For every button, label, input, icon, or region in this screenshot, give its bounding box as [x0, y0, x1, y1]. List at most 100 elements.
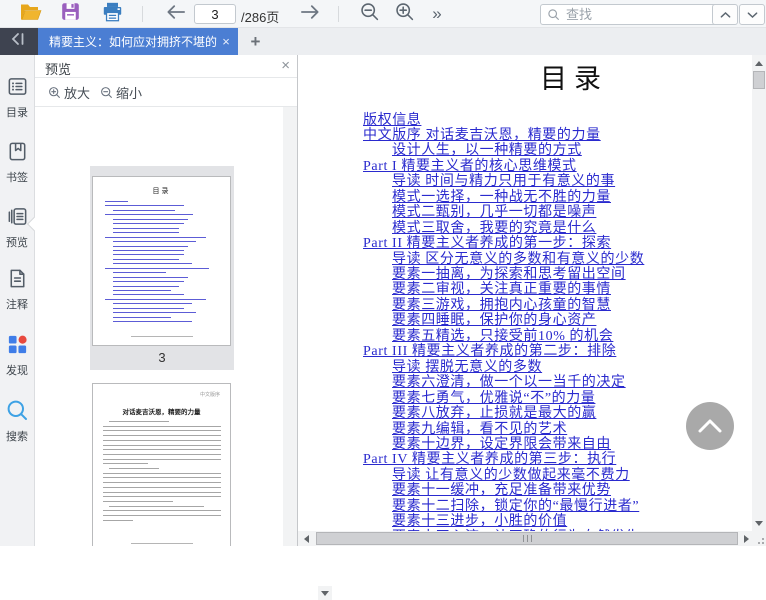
page-total-label: /286页: [241, 10, 280, 25]
next-page-button[interactable]: [296, 2, 324, 26]
mini-toc-line: [113, 263, 193, 265]
thumbnail-zoom-in-button[interactable]: 放大: [48, 83, 90, 102]
zoom-in-button[interactable]: [390, 2, 418, 26]
main-horizontal-scrollbar-thumb[interactable]: [316, 532, 738, 545]
save-button[interactable]: [56, 2, 84, 26]
tab-close-icon[interactable]: ×: [217, 34, 235, 49]
thumbnail-item-4[interactable]: 中文版序对话麦吉沃恩，精要的力量4: [90, 373, 234, 546]
toc-link[interactable]: 版权信息: [363, 113, 421, 128]
toc-entry: 要素九编辑，看不见的艺术: [392, 422, 567, 437]
toc-link[interactable]: 中文版序 对话麦吉沃恩，精要的力量: [363, 128, 601, 143]
sidebar-item-search[interactable]: 搜索: [0, 398, 34, 446]
sidebar-item-label: 发现: [6, 365, 28, 377]
mini-toc-line: [113, 281, 184, 283]
mini-text-line: [103, 444, 221, 446]
preview-scroll-down-button[interactable]: [318, 586, 332, 600]
toc-link[interactable]: 要素十二扫除，锁定你的“最慢行进者”: [392, 499, 639, 514]
print-button[interactable]: [97, 2, 127, 26]
mini-toc-line: [105, 298, 206, 300]
toc-link[interactable]: 要素一抽离，为探索和思考留出空间: [392, 267, 626, 282]
new-tab-button[interactable]: +: [245, 31, 266, 52]
printer-icon: [101, 1, 124, 28]
back-to-top-button[interactable]: [686, 402, 734, 450]
sidebar-item-discover[interactable]: 发现: [0, 333, 34, 381]
toolbar: /286页 »: [0, 0, 766, 28]
sidebar-item-preview[interactable]: 预览: [0, 205, 34, 253]
toc-link[interactable]: 导读 让有意义的少数做起来毫不费力: [392, 468, 630, 483]
page-thumbnail-3[interactable]: 目录: [92, 176, 231, 346]
toc-link[interactable]: 要素六澄清，做一个以一当千的决定: [392, 375, 626, 390]
toc-link[interactable]: 导读 摆脱无意义的多数: [392, 360, 542, 375]
toc-link[interactable]: 设计人生，以一种精要的方式: [392, 143, 582, 158]
mini-toc-line: [113, 316, 171, 318]
toc-link[interactable]: 要素八放弃，止损就是最大的赢: [392, 406, 596, 421]
zoom-out-icon: [359, 1, 380, 27]
toc-link[interactable]: 模式二甄别，几乎一切都是噪声: [392, 205, 596, 220]
arrow-left-icon: [165, 3, 187, 26]
toc-link[interactable]: 要素三游戏，拥抱内心孩童的智慧: [392, 298, 611, 313]
preview-scrollbar[interactable]: [283, 107, 297, 546]
toc-link[interactable]: 要素七勇气，优雅说“不”的力量: [392, 391, 595, 406]
mini-text-line: [109, 421, 169, 422]
mini-text-line: [103, 435, 221, 437]
mini-toc-line: [113, 272, 167, 274]
open-file-button[interactable]: [16, 2, 46, 26]
toc-link[interactable]: 模式三取舍，我要的究竟是什么: [392, 221, 596, 236]
toc-link[interactable]: 要素五精选，只接受前10% 的机会: [392, 329, 613, 344]
mini-page-title: 对话麦吉沃恩，精要的力量: [122, 409, 201, 416]
mini-text-line: [103, 500, 173, 502]
toc-link[interactable]: 要素十边界，设定界限会带来自由: [392, 437, 611, 452]
mini-text-line: [103, 472, 221, 474]
sidebar-item-label: 书签: [6, 172, 28, 184]
page-number-input[interactable]: [194, 4, 236, 24]
toc-link[interactable]: 要素十一缓冲，充足准备带来优势: [392, 483, 611, 498]
toc-link[interactable]: Part IV 精要主义者养成的第三步：执行: [363, 452, 616, 467]
tab-document[interactable]: 精要主义：如何应对拥挤不堪的工 ×: [38, 28, 238, 55]
toc-link[interactable]: 导读 区分无意义的多数和有意义的少数: [392, 252, 644, 267]
mini-toc-line: [113, 249, 184, 251]
toc-entry: 要素六澄清，做一个以一当千的决定: [392, 375, 626, 390]
main-scroll-up-button[interactable]: [752, 56, 766, 70]
toc-link[interactable]: Part I 精要主义者的核心思维模式: [363, 159, 577, 174]
collapse-tabs-button[interactable]: [4, 31, 32, 52]
find-input[interactable]: [564, 6, 713, 23]
toc-link[interactable]: 要素二审视，关注真正重要的事情: [392, 282, 611, 297]
more-tools-button[interactable]: »: [427, 2, 447, 26]
main-scroll-left-button[interactable]: [299, 531, 313, 546]
toc-entry: 导读 时间与精力只用于有意义的事: [392, 174, 615, 189]
mini-text-line: [103, 430, 221, 432]
mini-text-line: [103, 496, 221, 498]
page-title: 目录: [540, 64, 608, 94]
toc-link[interactable]: 要素十三进步，小胜的价值: [392, 514, 567, 529]
toc-link[interactable]: 要素四睡眠，保护你的身心资产: [392, 313, 596, 328]
page-thumbnail-4[interactable]: 中文版序 对话麦吉沃恩，精要的力量: [92, 383, 231, 546]
toc-link[interactable]: 要素九编辑，看不见的艺术: [392, 422, 567, 437]
main-vertical-scrollbar-thumb[interactable]: [753, 71, 765, 89]
mini-toc-line: [113, 241, 197, 243]
find-next-button[interactable]: [739, 4, 765, 25]
sidebar-item-toc[interactable]: 目录: [0, 75, 34, 123]
sidebar-item-annotation[interactable]: 注释: [0, 267, 34, 315]
window-resize-grip[interactable]: [752, 531, 766, 546]
sidebar-item-bookmark[interactable]: 书签: [0, 140, 34, 188]
toc-link[interactable]: Part III 精要主义者养成的第二步：排除: [363, 344, 616, 359]
toc-link[interactable]: 导读 时间与精力只用于有意义的事: [392, 174, 615, 189]
thumbnail-zoom-out-button[interactable]: 缩小: [100, 83, 142, 102]
toc-entry: 要素二审视，关注真正重要的事情: [392, 282, 611, 297]
discover-icon: [6, 335, 29, 360]
previous-page-button[interactable]: [162, 2, 190, 26]
folder-open-icon: [19, 2, 43, 27]
toc-entry: 要素七勇气，优雅说“不”的力量: [392, 391, 595, 406]
thumbnail-item-3[interactable]: 目录 3: [90, 166, 234, 370]
main-scroll-down-button[interactable]: [752, 516, 766, 530]
main-vertical-scrollbar[interactable]: [752, 55, 766, 531]
annotation-icon: [6, 269, 29, 294]
toc-entry: 版权信息: [363, 113, 421, 128]
toc-link[interactable]: Part II 精要主义者养成的第一步：探索: [363, 236, 611, 251]
find-previous-button[interactable]: [712, 4, 738, 25]
zoom-out-button[interactable]: [355, 2, 383, 26]
preview-panel-header: 预览 ×: [35, 55, 297, 78]
main-scroll-right-button[interactable]: [739, 531, 753, 546]
toc-link[interactable]: 模式一选择，一种战无不胜的力量: [392, 190, 611, 205]
preview-panel-close-icon[interactable]: ×: [281, 57, 290, 74]
